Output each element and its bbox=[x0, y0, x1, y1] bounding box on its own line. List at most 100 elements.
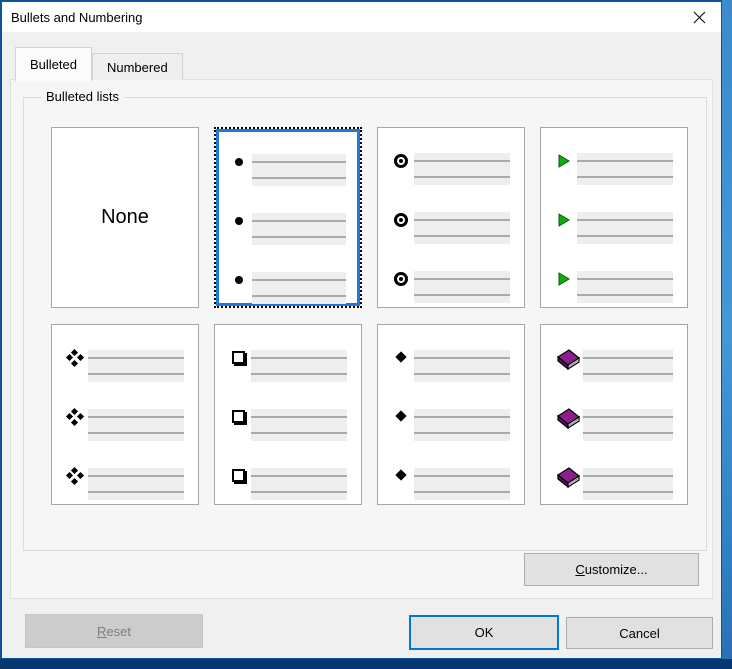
bullet-style-card-filled-circle[interactable] bbox=[214, 127, 362, 308]
black-diamond-bullet-icon bbox=[395, 351, 406, 362]
text-line-placeholder bbox=[252, 154, 346, 186]
close-icon bbox=[693, 11, 706, 24]
text-line-placeholder bbox=[251, 468, 347, 500]
bullet-style-card-shadowed-square[interactable] bbox=[214, 324, 362, 505]
customize-button[interactable]: Customize... bbox=[524, 553, 699, 586]
ok-button[interactable]: OK bbox=[409, 615, 559, 650]
black-diamond-bullet-icon bbox=[395, 410, 406, 421]
purple-book-bullet-icon bbox=[554, 407, 581, 431]
black-diamond-bullet-icon bbox=[395, 469, 406, 480]
card-preview bbox=[378, 325, 524, 504]
text-line-placeholder bbox=[252, 213, 346, 245]
shadowed-square-bullet-icon bbox=[232, 469, 245, 482]
bullet-column bbox=[388, 468, 414, 500]
text-line-placeholder bbox=[414, 468, 510, 500]
card-preview bbox=[216, 129, 360, 306]
bullet-style-card-black-diamond[interactable] bbox=[377, 324, 525, 505]
reset-button-label: R bbox=[97, 624, 106, 639]
tab-numbered[interactable]: Numbered bbox=[92, 53, 183, 80]
circled-dot-bullet-icon bbox=[394, 213, 408, 227]
preview-list-item bbox=[226, 154, 346, 186]
preview-list-item bbox=[62, 468, 184, 500]
bullet-column bbox=[551, 153, 577, 185]
bullet-column bbox=[225, 350, 251, 382]
window-title: Bullets and Numbering bbox=[2, 10, 143, 25]
none-card-label: None bbox=[101, 206, 149, 229]
text-line-placeholder bbox=[414, 271, 510, 303]
bullet-cards-grid: None bbox=[24, 98, 706, 505]
bullet-style-card-none[interactable]: None bbox=[51, 127, 199, 308]
preview-list-item bbox=[388, 409, 510, 441]
text-line-placeholder bbox=[414, 409, 510, 441]
bullet-column bbox=[551, 409, 583, 441]
four-diamonds-bullet-icon bbox=[67, 468, 83, 484]
bullet-column bbox=[388, 409, 414, 441]
preview-list-item bbox=[551, 350, 673, 382]
text-line-placeholder bbox=[583, 350, 673, 382]
reset-button[interactable]: Reset bbox=[25, 614, 203, 648]
text-line-placeholder bbox=[252, 272, 346, 304]
text-line-placeholder bbox=[577, 153, 673, 185]
card-preview bbox=[378, 128, 524, 307]
text-line-placeholder bbox=[414, 350, 510, 382]
ok-button-label: OK bbox=[475, 625, 494, 640]
cancel-button[interactable]: Cancel bbox=[566, 617, 713, 649]
preview-list-item bbox=[226, 213, 346, 245]
card-preview bbox=[541, 128, 687, 307]
preview-list-item bbox=[551, 468, 673, 500]
text-line-placeholder bbox=[577, 271, 673, 303]
shadowed-square-bullet-icon bbox=[232, 410, 245, 423]
preview-list-item bbox=[551, 212, 673, 244]
cancel-button-label: Cancel bbox=[619, 626, 659, 641]
desktop-background: Bullets and Numbering Bulleted Numbered … bbox=[0, 0, 732, 669]
bullet-column bbox=[226, 272, 252, 304]
preview-list-item bbox=[225, 409, 347, 441]
bullet-style-card-four-diamonds[interactable] bbox=[51, 324, 199, 505]
purple-book-bullet-icon bbox=[554, 348, 581, 372]
preview-list-item bbox=[388, 153, 510, 185]
text-line-placeholder bbox=[583, 468, 673, 500]
bullet-style-card-green-arrow[interactable] bbox=[540, 127, 688, 308]
bullet-style-card-purple-book[interactable] bbox=[540, 324, 688, 505]
circled-dot-bullet-icon bbox=[394, 154, 408, 168]
text-line-placeholder bbox=[583, 409, 673, 441]
text-line-placeholder bbox=[88, 409, 184, 441]
preview-list-item bbox=[388, 350, 510, 382]
green-arrow-bullet-icon bbox=[558, 154, 570, 168]
green-arrow-bullet-icon bbox=[558, 213, 570, 227]
tab-bulleted[interactable]: Bulleted bbox=[15, 47, 92, 81]
text-line-placeholder bbox=[414, 212, 510, 244]
customize-button-label: C bbox=[575, 562, 584, 577]
tab-numbered-label: Numbered bbox=[107, 60, 168, 75]
text-line-placeholder bbox=[414, 153, 510, 185]
preview-list-item bbox=[388, 212, 510, 244]
text-line-placeholder bbox=[88, 350, 184, 382]
preview-list-item bbox=[225, 350, 347, 382]
close-button[interactable] bbox=[677, 2, 721, 32]
bullets-and-numbering-dialog: Bullets and Numbering Bulleted Numbered … bbox=[0, 0, 722, 659]
card-preview: None bbox=[52, 128, 198, 307]
preview-list-item bbox=[388, 468, 510, 500]
preview-list-item bbox=[226, 272, 346, 304]
bullet-column bbox=[225, 468, 251, 500]
bullet-column bbox=[388, 350, 414, 382]
titlebar: Bullets and Numbering bbox=[2, 2, 721, 32]
card-preview bbox=[541, 325, 687, 504]
text-line-placeholder bbox=[251, 409, 347, 441]
tab-page-bulleted: Bulleted lists None Customize... bbox=[10, 79, 713, 599]
shadowed-square-bullet-icon bbox=[232, 351, 245, 364]
preview-list-item bbox=[551, 153, 673, 185]
green-arrow-bullet-icon bbox=[558, 272, 570, 286]
bullet-column bbox=[226, 213, 252, 245]
preview-list-item bbox=[551, 409, 673, 441]
circled-dot-bullet-icon bbox=[394, 272, 408, 286]
preview-list-item bbox=[225, 468, 347, 500]
preview-list-item bbox=[62, 409, 184, 441]
four-diamonds-bullet-icon bbox=[67, 350, 83, 366]
bullet-style-card-circled-dot[interactable] bbox=[377, 127, 525, 308]
text-line-placeholder bbox=[577, 212, 673, 244]
bullet-column bbox=[388, 153, 414, 185]
bullet-column bbox=[388, 212, 414, 244]
bullet-column bbox=[551, 468, 583, 500]
preview-list-item bbox=[388, 271, 510, 303]
